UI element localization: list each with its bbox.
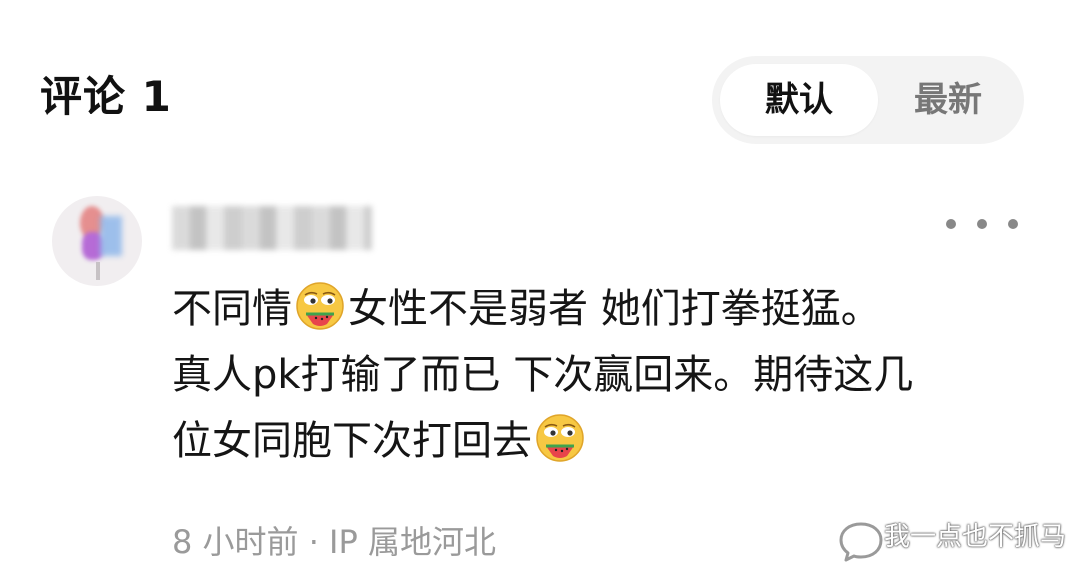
comment-meta: 8 小时前 · IP 属地河北 [172,523,496,561]
avatar[interactable] [52,196,142,286]
reply-icon[interactable] [838,520,884,562]
comment-text: 不同情 女性不是弱者 她们打拳挺猛。 真人pk打输了而已 下次赢回来。期待这几 … [172,276,1022,474]
sort-latest-button[interactable]: 最新 [880,64,1016,136]
comment-text-segment: 女性不是弱者 她们打拳挺猛。 [348,286,881,332]
comment-line-2: 真人pk打输了而已 下次赢回来。期待这几 [172,352,914,398]
comment-line-1: 不同情 女性不是弱者 她们打拳挺猛。 [172,276,1022,342]
more-options-icon[interactable] [946,212,1018,236]
watermark: 我一点也不抓马 [884,522,1067,552]
sort-toggle: 默认 最新 [712,56,1024,144]
sort-default-button[interactable]: 默认 [720,64,878,136]
watermelon-eating-emoji-icon [536,414,584,462]
comments-title: 评论 1 [40,72,172,121]
username-blurred[interactable] [172,206,372,250]
comment-text-segment: 位女同胞下次打回去 [172,418,532,464]
comments-panel: 评论 1 默认 最新 不同情 女性不是弱者 她们打拳挺猛。 真人pk打输了而已 … [0,0,1070,562]
comment-text-segment: 不同情 [172,286,292,332]
comment-line-3: 位女同胞下次打回去 [172,408,1022,474]
watermelon-eating-emoji-icon [296,282,344,330]
